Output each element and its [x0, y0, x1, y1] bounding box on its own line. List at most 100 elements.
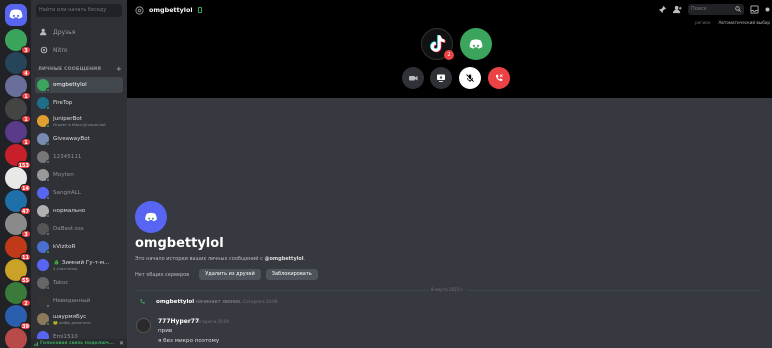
- channel-title: omgbettylol: [149, 6, 193, 14]
- desc-user: @omgbettylol: [264, 256, 304, 262]
- user-avatar[interactable]: [460, 28, 492, 60]
- avatar: [37, 97, 50, 110]
- dm-name: kVizitoR: [53, 244, 76, 250]
- dm-item[interactable]: Takoc: [35, 275, 123, 291]
- server-icon[interactable]: 55: [5, 259, 31, 284]
- dm-name: 12345111: [53, 154, 82, 160]
- mute-button[interactable]: [459, 67, 481, 89]
- dm-item[interactable]: 🎄 Зимний Гу-т-м... 4 участника: [35, 257, 123, 273]
- dm-header-label: ЛИЧНЫЕ СООБЩЕНИЯ: [38, 67, 102, 72]
- screen-share-button[interactable]: [430, 67, 452, 89]
- server-icon[interactable]: 3: [5, 29, 31, 54]
- mobile-icon: [197, 7, 202, 13]
- server-badge: 3: [21, 46, 31, 54]
- server-icon[interactable]: 14: [5, 167, 31, 192]
- dm-activity: Играет в https://juniper.bot: [53, 121, 106, 127]
- message-author[interactable]: 777Hyper77: [158, 318, 199, 325]
- dm-item[interactable]: kVizitoR: [35, 239, 123, 255]
- camera-button[interactable]: [402, 67, 424, 89]
- hang-up-button[interactable]: [488, 67, 510, 89]
- server-icon[interactable]: 1: [5, 121, 31, 146]
- dm-name: DaBest.sss: [53, 226, 84, 232]
- search-input[interactable]: Поиск: [688, 4, 744, 15]
- server-icon[interactable]: 153: [5, 144, 31, 169]
- dm-name: FireTop: [53, 100, 73, 106]
- dm-search-input[interactable]: Найти или начать беседу: [36, 4, 122, 17]
- main-panel: omgbettylol Поиск регион Автоматический …: [127, 0, 772, 348]
- inbox-icon[interactable]: [750, 5, 759, 14]
- server-icon[interactable]: 4: [5, 52, 31, 77]
- dm-name: omgbettylol: [53, 82, 87, 88]
- server-icon[interactable]: [5, 328, 27, 348]
- server-badge: 1: [21, 138, 31, 146]
- pin-icon[interactable]: [658, 5, 667, 14]
- dm-item[interactable]: DaBest.sss: [35, 221, 123, 237]
- nitro-icon: [40, 46, 48, 54]
- dm-item[interactable]: SangirALL: [35, 185, 123, 201]
- system-user[interactable]: omgbettylol: [156, 299, 194, 305]
- discord-logo-icon: [469, 39, 483, 49]
- dm-item[interactable]: шаурмяБус 🐸 жабы длинноти: [35, 311, 123, 327]
- server-icon[interactable]: 2: [5, 282, 31, 307]
- mute-badge: 2: [444, 50, 454, 60]
- friends-nav-item[interactable]: Друзья: [36, 25, 122, 39]
- system-time: Сегодня в 20:09: [243, 298, 278, 304]
- conversation-description: Это начало истории ваших личных сообщени…: [135, 256, 305, 262]
- server-icon[interactable]: 47: [5, 190, 31, 215]
- friends-icon: [40, 28, 47, 36]
- add-friend-icon[interactable]: [673, 5, 682, 14]
- message-avatar[interactable]: [136, 318, 151, 333]
- region-selector[interactable]: регион Автоматический выбор: [695, 20, 770, 25]
- date-divider: 8 марта 2023 г.: [135, 287, 760, 292]
- dm-item[interactable]: 12345111: [35, 149, 123, 165]
- remove-friend-button[interactable]: Удалить из друзей: [199, 269, 261, 280]
- avatar: [37, 313, 50, 326]
- dm-name: нормально: [53, 208, 86, 214]
- voice-status: Голосовая связь подключ...: [40, 341, 115, 346]
- server-icon[interactable]: 11: [5, 236, 31, 261]
- dm-name: Takoc: [53, 280, 69, 286]
- add-dm-icon[interactable]: +: [116, 66, 122, 73]
- server-icon[interactable]: 1: [5, 98, 31, 123]
- server-badge: 4: [21, 69, 31, 77]
- message-timestamp: Сегодня в 20:09: [195, 319, 230, 324]
- dm-item[interactable]: JuniperBot Играет в https://juniper.bot: [35, 113, 123, 129]
- message-text: я без микро поэтому: [158, 338, 220, 344]
- voice-connected-bar: Голосовая связь подключ... ✕: [31, 339, 127, 348]
- server-icon[interactable]: 39: [5, 305, 31, 330]
- dm-item[interactable]: GiveawayBot: [35, 131, 123, 147]
- tiktok-avatar[interactable]: 2: [421, 28, 454, 60]
- dm-item[interactable]: нормально: [35, 203, 123, 219]
- nitro-nav-item[interactable]: Nitro: [36, 43, 122, 57]
- disconnect-icon[interactable]: ✕: [119, 340, 124, 347]
- home-button[interactable]: [5, 4, 27, 26]
- dm-members: 4 участника: [53, 265, 78, 271]
- desc-suffix: .: [303, 256, 306, 262]
- signal-icon: [34, 341, 38, 346]
- dm-item[interactable]: Moyten: [35, 167, 123, 183]
- camera-icon: [409, 76, 418, 81]
- message-text: прив: [158, 328, 173, 334]
- date-label: 8 марта 2023 г.: [428, 287, 467, 292]
- dm-name: GiveawayBot: [53, 136, 90, 142]
- dm-section-header: ЛИЧНЫЕ СООБЩЕНИЯ +: [38, 66, 122, 73]
- dm-item[interactable]: omgbettylol: [35, 77, 123, 93]
- microphone-off-icon: [466, 74, 474, 82]
- dm-item[interactable]: Невиданный: [35, 293, 123, 309]
- server-icon[interactable]: 3: [5, 213, 31, 238]
- at-icon: [135, 5, 144, 15]
- server-rail: 3 4 1 1 1 153 14 47 3 11 55 2 39: [0, 0, 31, 348]
- server-badge: 1: [21, 92, 31, 100]
- dm-name: Невиданный: [53, 298, 91, 304]
- avatar: [37, 133, 50, 146]
- block-button[interactable]: Заблокировать: [265, 269, 318, 280]
- avatar: [37, 205, 50, 218]
- search-placeholder: Поиск: [691, 6, 707, 12]
- avatar: [37, 115, 50, 128]
- nitro-label: Nitro: [53, 46, 68, 54]
- mutual-servers-label: Нет общих серверов: [135, 271, 190, 278]
- dm-item[interactable]: FireTop: [35, 95, 123, 111]
- server-icon[interactable]: 1: [5, 75, 31, 100]
- avatar: [37, 223, 50, 236]
- help-icon[interactable]: [765, 5, 770, 14]
